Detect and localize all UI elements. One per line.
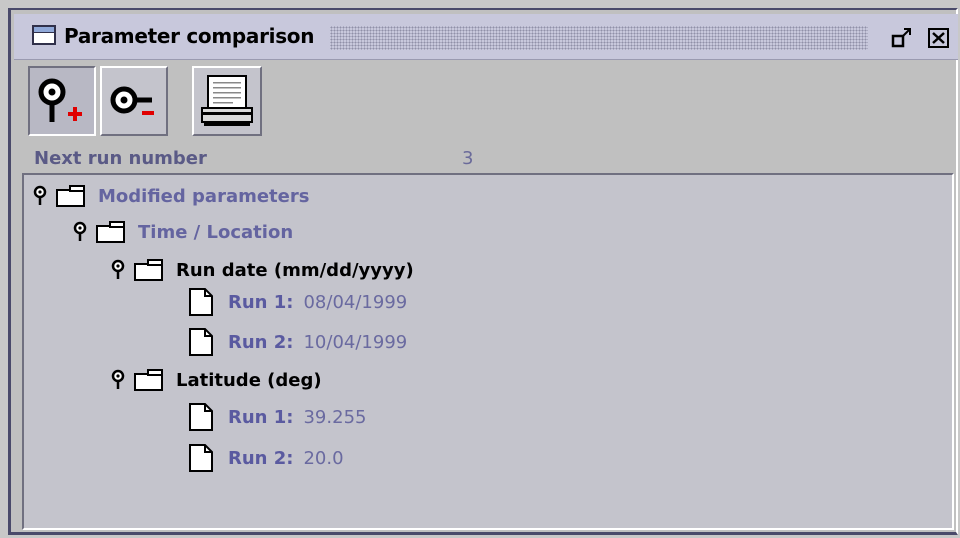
printer-icon xyxy=(201,75,253,126)
run-value: 39.255 xyxy=(303,406,367,428)
tree-node-latitude[interactable]: Latitude (deg) xyxy=(110,366,322,394)
add-run-button[interactable] xyxy=(28,66,96,136)
tree-leaf-latitude-run2[interactable]: Run 2: 20.0 xyxy=(188,444,344,472)
tree-node-run-date[interactable]: Run date (mm/dd/yyyy) xyxy=(110,256,414,284)
remove-run-button[interactable] xyxy=(100,66,168,136)
run-value: 20.0 xyxy=(303,447,344,469)
next-run-value: 3 xyxy=(462,148,474,169)
folder-icon xyxy=(96,221,125,243)
pin-remove-icon xyxy=(110,86,154,115)
tree-leaf-latitude-run1[interactable]: Run 1: 39.255 xyxy=(188,403,366,431)
expand-handle-icon[interactable] xyxy=(32,184,48,208)
title-bar-drag-area[interactable] xyxy=(330,26,868,50)
pin-add-icon xyxy=(38,78,82,122)
tree-node-label: Modified parameters xyxy=(98,185,310,207)
folder-icon xyxy=(56,185,85,207)
run-label: Run 1: xyxy=(228,406,294,428)
close-icon xyxy=(928,28,949,48)
run-value: 08/04/1999 xyxy=(303,291,408,313)
restore-icon xyxy=(891,28,911,48)
expand-handle-icon[interactable] xyxy=(110,258,126,282)
print-button[interactable] xyxy=(192,66,262,136)
run-label: Run 2: xyxy=(228,447,294,469)
tree-node-label: Latitude (deg) xyxy=(176,369,322,391)
document-icon xyxy=(189,288,213,316)
expand-handle-icon[interactable] xyxy=(110,368,126,392)
tree-node-time-location[interactable]: Time / Location xyxy=(72,218,293,246)
tree-node-label: Run date (mm/dd/yyyy) xyxy=(176,259,414,281)
close-button[interactable] xyxy=(926,26,952,50)
restore-button[interactable] xyxy=(888,26,916,50)
window-icon xyxy=(32,25,56,45)
next-run-label: Next run number xyxy=(34,148,207,169)
title-bar[interactable]: Parameter comparison xyxy=(14,14,958,60)
run-value: 10/04/1999 xyxy=(303,331,408,353)
tree-node-label: Time / Location xyxy=(138,221,294,243)
window-title: Parameter comparison xyxy=(64,24,315,48)
document-icon xyxy=(189,444,213,472)
folder-icon xyxy=(134,369,163,391)
tree-node-modified-parameters[interactable]: Modified parameters xyxy=(32,182,309,210)
tree-leaf-run-date-run1[interactable]: Run 1: 08/04/1999 xyxy=(188,288,407,316)
document-icon xyxy=(189,403,213,431)
expand-handle-icon[interactable] xyxy=(72,220,88,244)
folder-icon xyxy=(134,259,163,281)
run-label: Run 1: xyxy=(228,291,294,313)
document-icon xyxy=(189,328,213,356)
tree-leaf-run-date-run2[interactable]: Run 2: 10/04/1999 xyxy=(188,328,407,356)
run-label: Run 2: xyxy=(228,331,294,353)
